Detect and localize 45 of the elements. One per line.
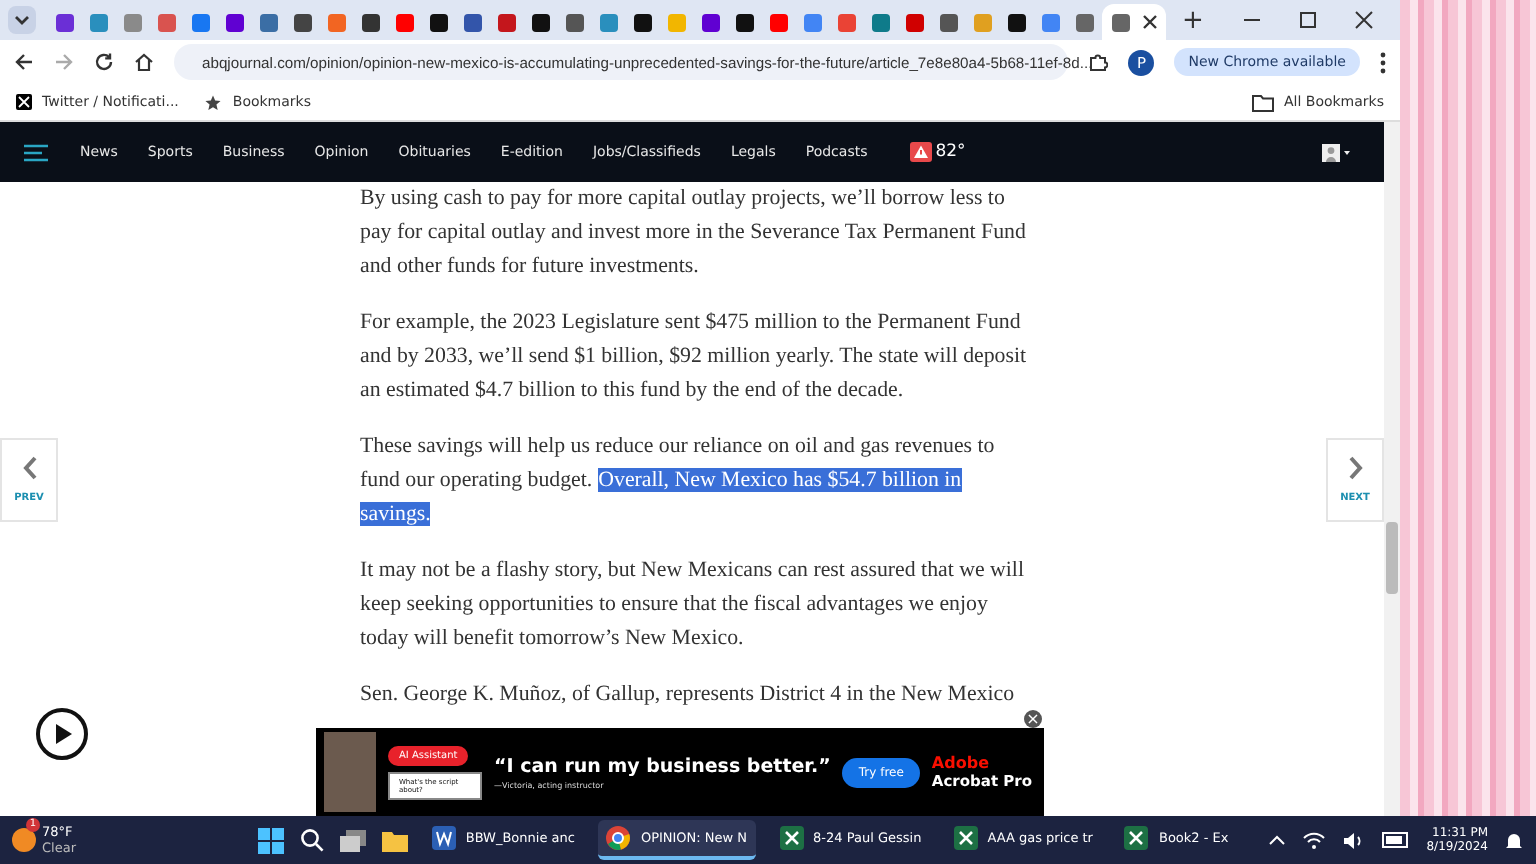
paragraph-text: By using cash to pay for more capital outlay projects, we’ll borrow less to pay for capital outlay and invest more in the Severance Tax Permanent Fund and other funds for future investments. bbox=[360, 184, 1028, 282]
x-logo-icon bbox=[16, 94, 32, 110]
user-icon[interactable] bbox=[1322, 143, 1352, 161]
menu-icon[interactable] bbox=[24, 143, 48, 161]
scrollbar-thumb[interactable] bbox=[1386, 522, 1398, 594]
excel-app-icon bbox=[953, 826, 978, 850]
back-icon[interactable] bbox=[14, 52, 34, 72]
task-view-icon[interactable] bbox=[339, 829, 366, 851]
chevron-up-icon[interactable] bbox=[1268, 834, 1287, 846]
excel-app-icon bbox=[1124, 826, 1149, 850]
temperature-text: 82° bbox=[935, 142, 966, 162]
battery-icon[interactable] bbox=[1382, 832, 1411, 848]
close-icon[interactable] bbox=[1354, 10, 1374, 30]
close-icon[interactable] bbox=[1141, 14, 1157, 30]
star-icon bbox=[204, 93, 223, 111]
brand-name: Adobe bbox=[931, 754, 989, 772]
reload-icon[interactable] bbox=[94, 52, 114, 72]
extensions-icon[interactable] bbox=[1088, 52, 1109, 72]
search-icon[interactable] bbox=[299, 828, 324, 852]
photo-placeholder bbox=[324, 732, 377, 812]
folder-icon[interactable] bbox=[381, 829, 408, 851]
paragraph-text: These savings will help us reduce our reliance on oil and gas revenues to fund our operating budget. Overall, New Mexico has $54.7 billion in savings. bbox=[360, 432, 997, 530]
home-icon[interactable] bbox=[134, 52, 154, 72]
chrome-app-icon bbox=[606, 826, 631, 850]
close-ad-button[interactable]: × bbox=[1024, 710, 1042, 728]
tab-search-icon[interactable] bbox=[8, 6, 36, 34]
excel-app-icon bbox=[779, 826, 804, 850]
maximize-icon[interactable] bbox=[1298, 10, 1318, 30]
browser-tab[interactable] bbox=[1102, 4, 1166, 40]
play-button[interactable] bbox=[36, 708, 88, 760]
word-app-icon bbox=[431, 826, 456, 850]
new-tab-button[interactable]: + bbox=[1182, 5, 1204, 35]
chevron-right-icon bbox=[1347, 456, 1363, 480]
paragraph-text: Sen. George K. Muñoz, of Gallup, represents District 4 in the New Mexico bbox=[360, 680, 1017, 710]
wifi-icon[interactable] bbox=[1302, 831, 1327, 849]
paragraph-text: It may not be a flashy story, but New Mexicans can rest assured that we will keep seeking opportunities to ensure that the fiscal advantages we enjoy today will benefit tomorrow’s New Mexico. bbox=[360, 556, 1026, 654]
chevron-left-icon bbox=[21, 456, 37, 480]
bell-icon[interactable] bbox=[1504, 829, 1524, 851]
paragraph-text: For example, the 2023 Legislature sent $475 million to the Permanent Fund and by 2033, we’ll send $1 billion, $92 million yearly. The state will deposit an estimated $4.7 billion to this fund by the end of the decade. bbox=[360, 308, 1028, 406]
windows-start-icon[interactable] bbox=[257, 827, 284, 853]
weather-icon bbox=[12, 828, 36, 852]
folder-icon bbox=[1251, 93, 1274, 111]
ad-headline: “I can run my business better.” bbox=[494, 755, 831, 777]
warning-icon[interactable] bbox=[909, 142, 932, 162]
menu-icon[interactable] bbox=[1380, 51, 1386, 73]
